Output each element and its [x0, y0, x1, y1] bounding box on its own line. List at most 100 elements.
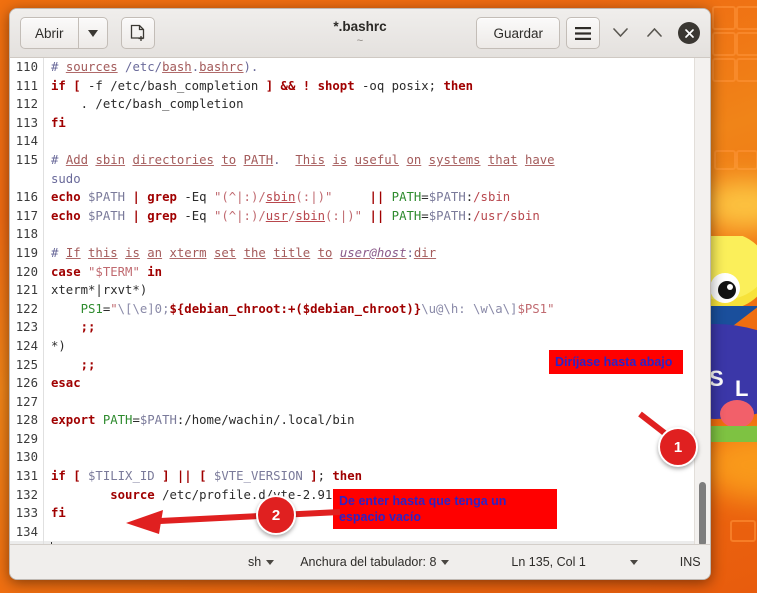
svg-text:S: S: [709, 366, 724, 391]
code-line-content[interactable]: fi: [44, 114, 694, 133]
code-line-content[interactable]: esac: [44, 374, 694, 393]
new-document-button[interactable]: [120, 17, 155, 49]
code-line-content[interactable]: PS1="\[\e]0;${debian_chroot:+($debian_ch…: [44, 300, 694, 319]
code-line[interactable]: 126 esac: [10, 374, 694, 393]
headerbar-right-controls: Guardar: [476, 17, 700, 49]
code-line-content[interactable]: export PATH=$PATH:/home/wachin/.local/bi…: [44, 411, 694, 430]
code-line[interactable]: 129: [10, 429, 694, 449]
line-number: 133: [10, 504, 44, 523]
line-number: 118: [10, 225, 44, 244]
code-line[interactable]: 110 # sources /etc/bash.bashrc).: [10, 58, 694, 77]
code-line[interactable]: 127: [10, 392, 694, 412]
hamburger-menu-button[interactable]: [566, 17, 600, 49]
code-line-content[interactable]: [44, 132, 694, 151]
wallpaper-decor: [736, 6, 757, 30]
code-line[interactable]: 112 . /etc/bash_completion: [10, 95, 694, 114]
open-button[interactable]: Abrir: [20, 17, 78, 49]
code-line-content[interactable]: if [ $TILIX_ID ] || [ $VTE_VERSION ]; th…: [44, 467, 694, 486]
position-dropdown-button[interactable]: [629, 559, 638, 565]
code-line-content[interactable]: # sources /etc/bash.bashrc).: [44, 58, 694, 77]
wallpaper-decor: [712, 58, 736, 82]
language-selector[interactable]: sh: [248, 555, 275, 569]
code-line-content[interactable]: # Add sbin directories to PATH. This is …: [44, 151, 694, 170]
code-line[interactable]: 128 export PATH=$PATH:/home/wachin/.local…: [10, 411, 694, 430]
code-line-content[interactable]: if [ -f /etc/bash_completion ] && ! shop…: [44, 77, 694, 96]
page-title: *.bashrc: [333, 18, 387, 34]
code-line-content[interactable]: [44, 541, 694, 544]
save-button[interactable]: Guardar: [476, 17, 560, 49]
find-next-button[interactable]: [606, 19, 634, 47]
chevron-down-icon: [87, 29, 98, 37]
close-icon: [684, 28, 694, 38]
tab-width-selector[interactable]: Anchura del tabulador: 8: [300, 555, 450, 569]
code-line-content[interactable]: sudo: [44, 170, 694, 189]
code-line[interactable]: 119 # If this is an xterm set the title t…: [10, 243, 694, 263]
scrollbar-thumb[interactable]: [699, 482, 706, 544]
code-line-content[interactable]: ;;: [44, 318, 694, 337]
line-number: 128: [10, 411, 44, 430]
code-line[interactable]: 116 echo $PATH | grep -Eq "(^|:)/sbin(:|)…: [10, 188, 694, 207]
line-number: 124: [10, 336, 44, 356]
line-number: 119: [10, 243, 44, 263]
wallpaper-decor: [712, 32, 736, 56]
cursor-position: Ln 135, Col 1: [511, 555, 585, 569]
language-label: sh: [248, 555, 262, 569]
line-number: [10, 169, 44, 189]
page-subtitle: ~: [356, 34, 364, 47]
status-bar: sh Anchura del tabulador: 8 Ln 135, Col …: [10, 544, 710, 579]
code-line-content[interactable]: [44, 225, 694, 244]
insert-mode-label: INS: [679, 555, 701, 569]
code-line[interactable]: 111 if [ -f /etc/bash_completion ] && ! s…: [10, 76, 694, 96]
code-text-area[interactable]: 110 # sources /etc/bash.bashrc). 111 if [ -…: [10, 58, 694, 544]
code-line-content[interactable]: echo $PATH | grep -Eq "(^|:)/usr/sbin(:|…: [44, 207, 694, 226]
line-number: 115: [10, 150, 44, 170]
line-number: 130: [10, 448, 44, 468]
code-line-content[interactable]: . /etc/bash_completion: [44, 95, 694, 114]
code-line-content[interactable]: case "$TERM" in: [44, 263, 694, 282]
line-number: 132: [10, 485, 44, 505]
code-line[interactable]: 131 if [ $TILIX_ID ] || [ $VTE_VERSION ];…: [10, 467, 694, 486]
line-number: 134: [10, 522, 44, 542]
wallpaper-decor: [714, 150, 736, 170]
code-line[interactable]: 117 echo $PATH | grep -Eq "(^|:)/usr/sbin…: [10, 206, 694, 226]
vertical-scrollbar[interactable]: [694, 58, 710, 544]
code-line[interactable]: 121 xterm*|rxvt*): [10, 281, 694, 300]
code-line[interactable]: 113 fi: [10, 113, 694, 133]
code-line-content[interactable]: [44, 448, 694, 467]
code-line[interactable]: 123 ;;: [10, 318, 694, 337]
code-line[interactable]: 135: [10, 541, 694, 544]
editor-area: 110 # sources /etc/bash.bashrc). 111 if [ -…: [10, 58, 710, 544]
code-line[interactable]: sudo: [10, 169, 694, 189]
code-line-content[interactable]: # If this is an xterm set the title to u…: [44, 244, 694, 263]
code-line[interactable]: 130: [10, 448, 694, 468]
line-number: 117: [10, 206, 44, 226]
code-line-content[interactable]: [44, 430, 694, 449]
chevron-up-icon: [646, 28, 662, 37]
line-number: 135: [10, 541, 44, 544]
wallpaper-decor: [736, 150, 757, 170]
find-previous-button[interactable]: [640, 19, 668, 47]
code-line[interactable]: 118: [10, 225, 694, 244]
line-number: 113: [10, 113, 44, 133]
line-number: 125: [10, 355, 44, 375]
wallpaper-decor: [736, 32, 757, 56]
code-line-content[interactable]: xterm*|rxvt*): [44, 281, 694, 300]
line-number: 112: [10, 95, 44, 114]
insert-mode-indicator: INS: [680, 555, 701, 569]
open-dropdown-button[interactable]: [77, 17, 108, 49]
code-line[interactable]: 114: [10, 132, 694, 151]
open-button-group: Abrir: [20, 17, 108, 49]
new-document-icon: [130, 24, 144, 41]
line-number: 127: [10, 392, 44, 412]
code-line[interactable]: 120 case "$TERM" in: [10, 262, 694, 282]
close-window-button[interactable]: [678, 22, 700, 44]
code-line-content[interactable]: echo $PATH | grep -Eq "(^|:)/sbin(:|)" |…: [44, 188, 694, 207]
line-number: 114: [10, 132, 44, 151]
code-line[interactable]: 122 PS1="\[\e]0;${debian_chroot:+($debia…: [10, 299, 694, 319]
wallpaper-decor: [712, 6, 736, 30]
wallpaper-decor: [730, 520, 756, 542]
code-line[interactable]: 115 # Add sbin directories to PATH. This …: [10, 150, 694, 170]
chevron-down-icon: [441, 559, 450, 565]
wallpaper-decor: [736, 58, 757, 82]
code-line-content[interactable]: [44, 393, 694, 412]
